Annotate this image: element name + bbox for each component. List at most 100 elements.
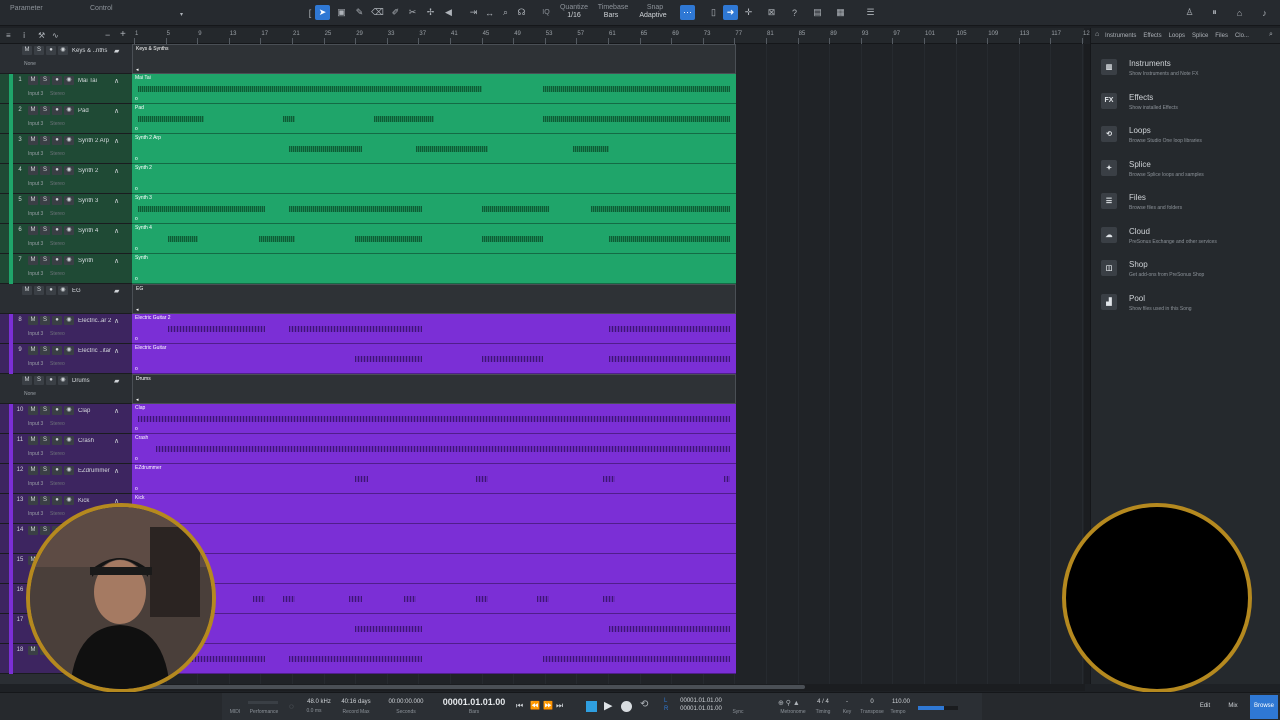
audio-clip[interactable]: Electric Guitar o (132, 344, 736, 374)
track-mode[interactable]: Stereo (50, 211, 65, 217)
monitor-button[interactable]: ◉ (64, 466, 74, 475)
browse-button[interactable]: Browse (1250, 703, 1278, 709)
monitor-button[interactable]: ◉ (64, 346, 74, 355)
solo-button[interactable]: S (40, 136, 50, 145)
track-input[interactable]: None (24, 391, 36, 397)
record-arm-button[interactable]: ● (52, 346, 62, 355)
transpose-value[interactable]: 0 (858, 699, 886, 705)
track-header[interactable]: 1 M S ● ◉ Mai Tai ∧ Input 3 Stereo (0, 74, 132, 104)
mute-button[interactable]: M (28, 256, 38, 265)
track-mode[interactable]: Stereo (50, 271, 65, 277)
cursor-follow-icon[interactable]: ✛ (741, 5, 756, 20)
record-arm-button[interactable]: ● (52, 436, 62, 445)
track-header[interactable]: 4 M S ● ◉ Synth 2 ∧ Input 3 Stereo (0, 164, 132, 194)
monitor-button[interactable]: ◉ (64, 76, 74, 85)
track-input[interactable]: Input 3 (28, 331, 43, 337)
mute-button[interactable]: M (28, 316, 38, 325)
track-input[interactable]: Input 3 (28, 361, 43, 367)
horizontal-scrollbar[interactable] (135, 684, 1085, 691)
track-header[interactable]: 11 M S ● ◉ Crash ∧ Input 3 Stereo (0, 434, 132, 464)
audio-clip[interactable]: o (132, 524, 736, 554)
zoom-icon[interactable]: ⌕ (498, 5, 513, 20)
folder-options-button[interactable]: ◉ (58, 376, 68, 385)
mute-button[interactable]: M (28, 166, 38, 175)
monitor-button[interactable]: ◉ (64, 316, 74, 325)
track-mode[interactable]: Stereo (50, 241, 65, 247)
stop-button[interactable] (586, 701, 597, 712)
nudge-icon[interactable]: ⇥ (466, 5, 481, 20)
track-input[interactable]: Input 3 (28, 511, 43, 517)
browser-item[interactable]: ▟ Pool Show files used in this Song (1099, 291, 1269, 321)
audio-clip[interactable]: Electric Guitar 2 o (132, 314, 736, 344)
mute-button[interactable]: M (28, 406, 38, 415)
loop-toggle-icon[interactable]: ⟲ (640, 699, 648, 710)
track-input[interactable]: Input 3 (28, 91, 43, 97)
monitor-button[interactable]: ◉ (64, 226, 74, 235)
browser-item[interactable]: ✦ Splice Browse Splice loops and samples (1099, 157, 1269, 187)
track-input[interactable]: Input 3 (28, 481, 43, 487)
browser-item[interactable]: ◫ Shop Get add-ons from PreSonus Shop (1099, 257, 1269, 287)
folder-clip[interactable]: Keys & Synths ◂ (132, 44, 736, 74)
solo-button[interactable]: S (40, 196, 50, 205)
track-header[interactable]: 12 M S ● ◉ EZdrummer ∧ Input 3 Stereo (0, 464, 132, 494)
rewind-start-icon[interactable]: ⏮ (516, 701, 523, 711)
record-arm-button[interactable]: ● (52, 316, 62, 325)
browser-tab[interactable]: Effects (1143, 33, 1161, 39)
solo-button[interactable]: S (40, 316, 50, 325)
mute-button[interactable]: M (22, 286, 32, 295)
audio-clip[interactable]: Crash o (132, 434, 736, 464)
browser-tab[interactable]: Files (1215, 33, 1228, 39)
layout-icon[interactable]: ☰ (863, 5, 878, 20)
audio-clip[interactable]: Synth 2 Arp o (132, 134, 736, 164)
track-mode[interactable]: Stereo (50, 91, 65, 97)
mute-button[interactable]: M (28, 106, 38, 115)
audio-clip[interactable]: Synth 2 o (132, 164, 736, 194)
bracket-icon[interactable]: [ (305, 5, 315, 20)
forward-end-icon[interactable]: ⏭ (556, 701, 563, 711)
audio-clip[interactable]: EZdrummer o (132, 464, 736, 494)
autoscroll-icon[interactable]: ▯ (706, 5, 721, 20)
grid-toggle-icon[interactable]: ⊠ (764, 5, 779, 20)
menu-icon[interactable]: ≡ (6, 31, 11, 40)
collapse-icon[interactable]: − (105, 30, 110, 40)
timebase-select[interactable]: Bars (596, 12, 626, 20)
folder-track-header[interactable]: M S ● ◉ EG ▰ (0, 284, 132, 314)
follow-icon[interactable]: ➜ (723, 5, 738, 20)
solo-button[interactable]: S (40, 106, 50, 115)
metronome-icon[interactable]: ⊕ ⚲ ▲ (778, 699, 800, 707)
iq-button[interactable]: IQ (540, 9, 552, 17)
video-icon[interactable]: ▤ (810, 5, 825, 20)
browser-item[interactable]: ▥ Instruments Show Instruments and Note … (1099, 56, 1269, 86)
browser-item[interactable]: ☁ Cloud PreSonus Exchange and other serv… (1099, 224, 1269, 254)
monitor-button[interactable]: ◉ (64, 136, 74, 145)
folder-track-header[interactable]: M S ● ◉ Keys & ..nths ▰ None (0, 44, 132, 74)
track-mode[interactable]: Stereo (50, 151, 65, 157)
solo-button[interactable]: S (34, 376, 44, 385)
monitor-button[interactable]: ◉ (64, 256, 74, 265)
split-tool-icon[interactable]: ✎ (352, 5, 367, 20)
audio-clip[interactable]: o (132, 584, 736, 614)
solo-button[interactable]: S (40, 526, 50, 535)
track-mode[interactable]: Stereo (50, 331, 65, 337)
arrow-tool-icon[interactable]: ➤ (315, 5, 330, 20)
range-tool-icon[interactable]: ▣ (334, 5, 349, 20)
loop-icon[interactable]: ◌ (289, 702, 294, 711)
monitor-button[interactable]: ● (46, 46, 56, 55)
bend-tool-icon[interactable]: ✢ (423, 5, 438, 20)
automation-icon[interactable]: ∿ (52, 31, 59, 40)
mute-button[interactable]: M (28, 646, 38, 655)
track-mode[interactable]: Stereo (50, 511, 65, 517)
track-mode[interactable]: Stereo (50, 421, 65, 427)
monitor-button[interactable]: ◉ (64, 106, 74, 115)
home-icon[interactable]: ⌂ (1232, 5, 1247, 20)
audio-clip[interactable]: Kicko (132, 494, 736, 524)
monitor-button[interactable]: ◉ (64, 436, 74, 445)
audio-clip[interactable]: Synth 3 o (132, 194, 736, 224)
mute-button[interactable]: M (28, 526, 38, 535)
track-mode[interactable]: Stereo (50, 181, 65, 187)
solo-button[interactable]: S (40, 226, 50, 235)
track-input[interactable]: Input 3 (28, 121, 43, 127)
track-mode[interactable]: Stereo (50, 361, 65, 367)
track-input[interactable]: None (24, 61, 36, 67)
snap-select[interactable]: Adaptive (636, 12, 670, 20)
